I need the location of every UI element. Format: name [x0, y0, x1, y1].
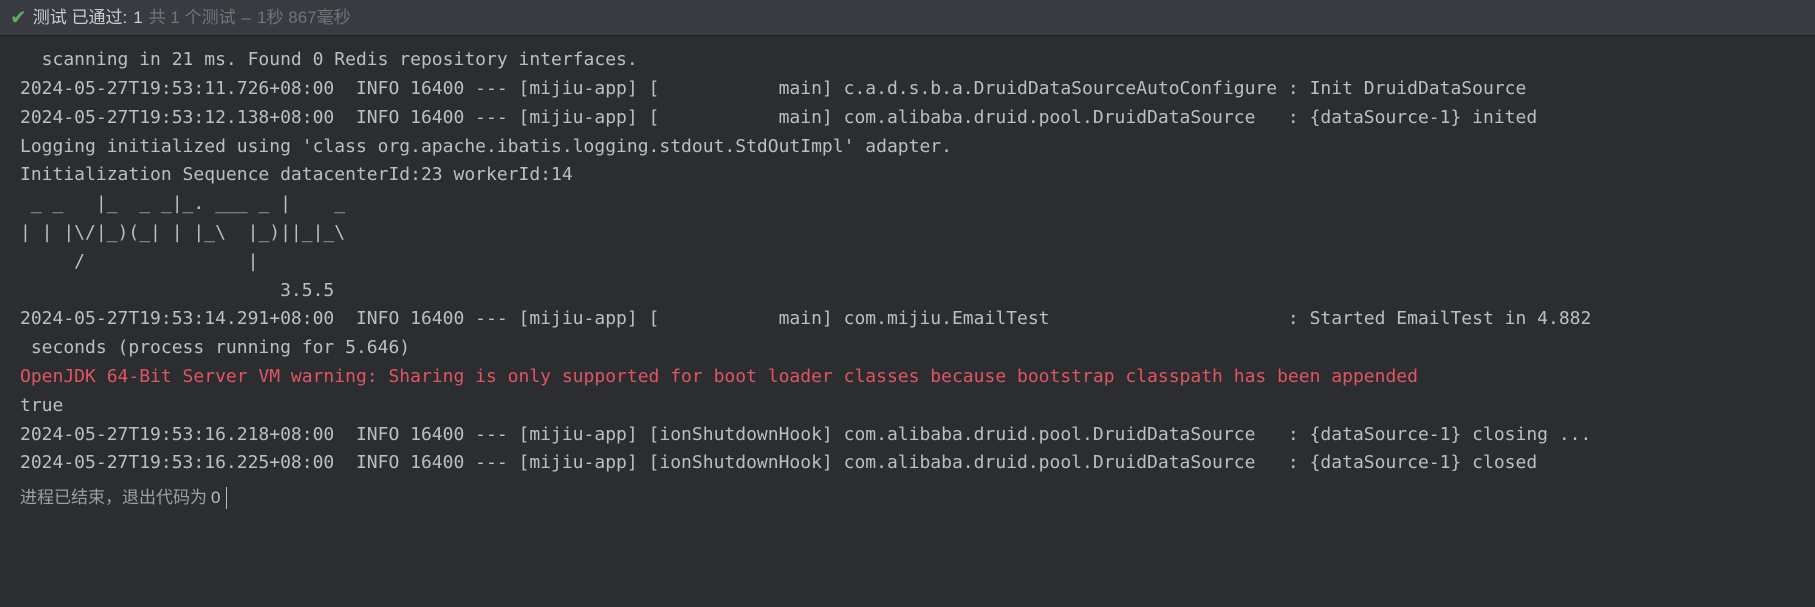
exit-label: 进程已结束，退出代码为 [20, 484, 207, 511]
test-passed-count: 1 [133, 4, 142, 31]
check-icon: ✔ [10, 8, 27, 28]
exit-code: 0 [211, 484, 220, 511]
test-total-label: 共 1 个测试 [149, 4, 236, 31]
log-line: Logging initialized using 'class org.apa… [20, 133, 1795, 162]
caret-icon [226, 487, 227, 509]
log-line: scanning in 21 ms. Found 0 Redis reposit… [20, 46, 1795, 75]
log-line: 2024-05-27T19:53:14.291+08:00 INFO 16400… [20, 305, 1795, 334]
test-status-bar: ✔ 测试 已通过: 1 共 1 个测试 – 1秒 867毫秒 [0, 0, 1815, 36]
test-duration: 1秒 867毫秒 [257, 4, 351, 31]
console-output[interactable]: scanning in 21 ms. Found 0 Redis reposit… [0, 36, 1815, 478]
log-line: | | |\/|_)(_| | |_\ |_)||_|_\ [20, 219, 1795, 248]
log-line: _ _ |_ _ _|_. ___ _ | _ [20, 190, 1795, 219]
log-line: true [20, 392, 1795, 421]
log-line: 2024-05-27T19:53:12.138+08:00 INFO 16400… [20, 104, 1795, 133]
log-line: 2024-05-27T19:53:11.726+08:00 INFO 16400… [20, 75, 1795, 104]
test-passed-label: 测试 已通过: [33, 4, 127, 31]
log-line: 2024-05-27T19:53:16.218+08:00 INFO 16400… [20, 421, 1795, 450]
separator: – [242, 4, 251, 31]
log-line: 3.5.5 [20, 277, 1795, 306]
process-exit-footer: 进程已结束，退出代码为 0 [0, 478, 1815, 517]
log-line: 2024-05-27T19:53:16.225+08:00 INFO 16400… [20, 449, 1795, 478]
log-line: / | [20, 248, 1795, 277]
log-line: Initialization Sequence datacenterId:23 … [20, 161, 1795, 190]
log-line: seconds (process running for 5.646) [20, 334, 1795, 363]
log-line: OpenJDK 64-Bit Server VM warning: Sharin… [20, 363, 1795, 392]
